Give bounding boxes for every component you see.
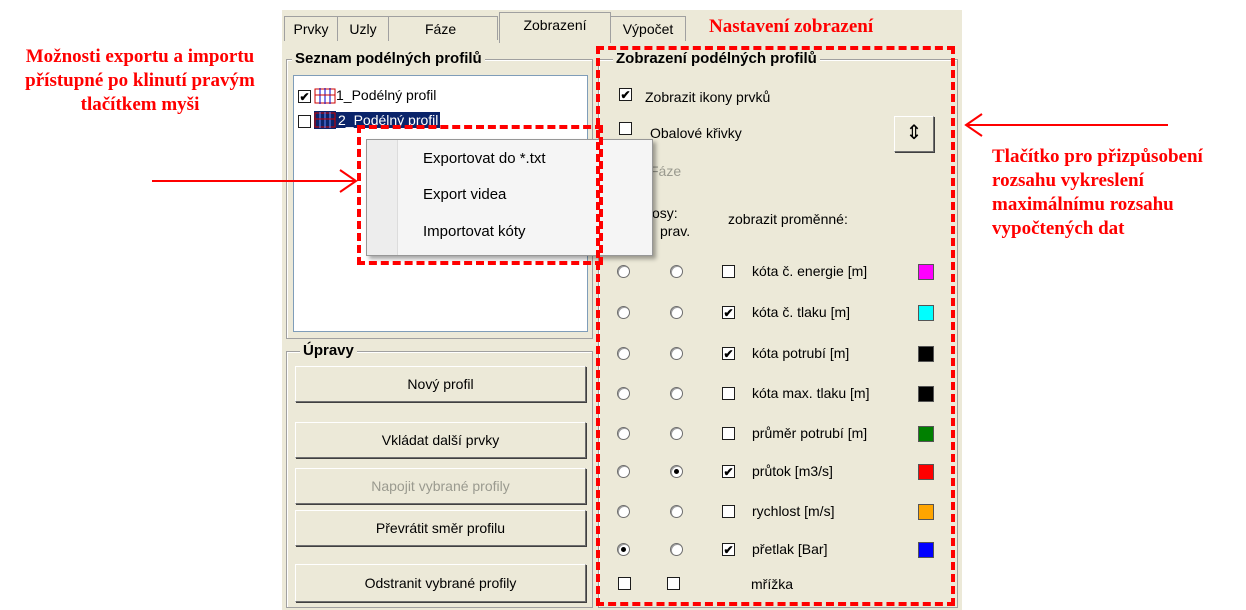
annotation-arrows: [152, 113, 1168, 193]
tab-zobrazeni[interactable]: Zobrazení: [499, 12, 611, 43]
